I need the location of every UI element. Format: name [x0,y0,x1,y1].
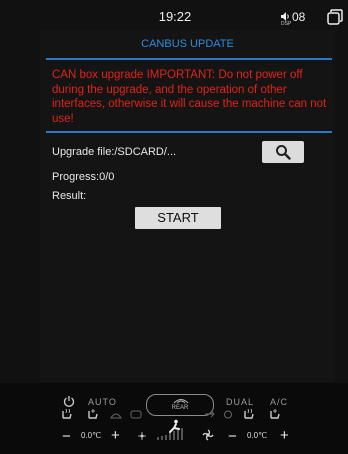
seat-cool-right-icon[interactable] [268,408,282,420]
auto-button[interactable]: AUTO [88,397,117,407]
left-temp-value: 0.0℃ [81,431,102,440]
dsp-label: DSP [281,21,292,27]
left-temp-minus-button[interactable]: − [62,428,71,445]
fan-small-icon[interactable] [138,432,146,440]
fan-large-icon[interactable] [202,429,214,441]
seat-cool-left-icon[interactable] [86,408,100,420]
power-icon[interactable] [63,395,75,407]
right-temp-minus-button[interactable]: − [228,428,237,445]
windshield-defrost-icon[interactable] [110,410,122,419]
ac-button[interactable]: A/C [270,397,288,407]
warning-message: CAN box upgrade IMPORTANT: Do not power … [52,69,327,125]
right-temp-value: 0.0℃ [247,431,268,440]
airflow-mode-icon[interactable] [168,419,182,433]
airflow-feet-icon[interactable] [222,410,234,419]
page-title: CANBUS UPDATE [141,38,234,50]
title-divider [46,58,332,60]
start-button[interactable]: START [135,207,221,229]
progress-label: Progress:0/0 [52,171,115,183]
dual-button[interactable]: DUAL [226,397,254,407]
upgrade-file-label: Upgrade file:/SDCARD/... [52,146,177,158]
browse-file-button[interactable] [262,141,304,163]
result-label: Result: [52,190,87,202]
warning-divider [46,131,332,133]
status-bar: 19:22 08 DSP [10,6,343,30]
seat-heat-right-icon[interactable] [242,408,256,420]
left-temp-plus-button[interactable]: + [111,427,120,444]
recent-apps-icon[interactable] [326,8,344,26]
climate-top-row: AUTO REAR DUAL A/C [60,392,300,420]
airflow-face-icon[interactable] [204,410,216,419]
recirculation-icon[interactable] [130,410,142,419]
seat-heat-left-icon[interactable] [60,408,74,420]
volume-level: 08 [292,10,306,24]
canbus-update-panel: CANBUS UPDATE CAN box upgrade IMPORTANT:… [40,30,335,382]
search-icon [276,145,291,160]
rear-defrost-icon [173,399,189,404]
right-temp-plus-button[interactable]: + [280,427,289,444]
